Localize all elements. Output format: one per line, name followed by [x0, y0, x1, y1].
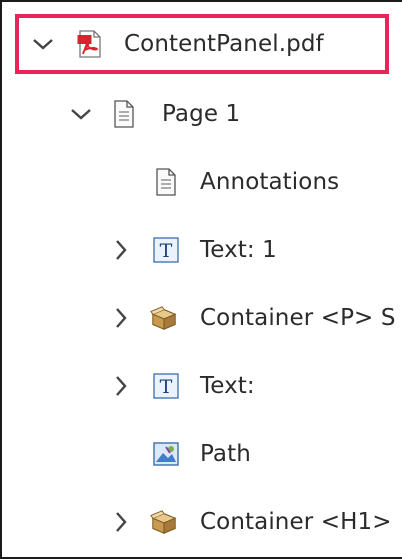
tree-node-label: Container <H1>: [200, 509, 392, 535]
tree-node-label: Annotations: [200, 169, 340, 195]
content-panel-tree: ContentPanel.pdf Page 1 Annotations T Te…: [0, 0, 402, 559]
tree-node-page[interactable]: Page 1: [2, 90, 402, 138]
tree-node-label: Path: [200, 441, 251, 467]
page-icon: [110, 100, 138, 128]
tree-node-text[interactable]: T Text: 1: [2, 226, 402, 274]
tree-node-annotations[interactable]: Annotations: [2, 158, 402, 206]
container-box-icon: [150, 508, 178, 536]
path-image-icon: [152, 440, 180, 468]
svg-text:T: T: [160, 376, 173, 398]
text-T-icon: T: [152, 236, 180, 264]
container-box-icon: [150, 304, 178, 332]
chevron-right-icon[interactable]: [110, 498, 132, 546]
chevron-right-icon[interactable]: [110, 362, 132, 410]
tree-node-label: ContentPanel.pdf: [124, 31, 324, 57]
tree-node-label: Container <P> S: [200, 305, 396, 331]
text-T-icon: T: [152, 372, 180, 400]
chevron-down-icon[interactable]: [32, 20, 54, 68]
tree-node-path[interactable]: Path: [2, 430, 402, 478]
tree-node-label: Page 1: [162, 101, 241, 127]
pdf-file-icon: [76, 30, 104, 58]
chevron-right-icon[interactable]: [110, 226, 132, 274]
page-icon: [152, 168, 180, 196]
tree-node-text[interactable]: T Text:: [2, 362, 402, 410]
tree-node-label: Text:: [200, 373, 255, 399]
svg-text:T: T: [160, 240, 173, 262]
chevron-down-icon[interactable]: [70, 90, 92, 138]
tree-node-container[interactable]: Container <P> S: [2, 294, 402, 342]
chevron-right-icon[interactable]: [110, 294, 132, 342]
tree-node-root-document[interactable]: ContentPanel.pdf: [2, 20, 402, 68]
tree-node-container[interactable]: Container <H1>: [2, 498, 402, 546]
tree-node-label: Text: 1: [200, 237, 277, 263]
